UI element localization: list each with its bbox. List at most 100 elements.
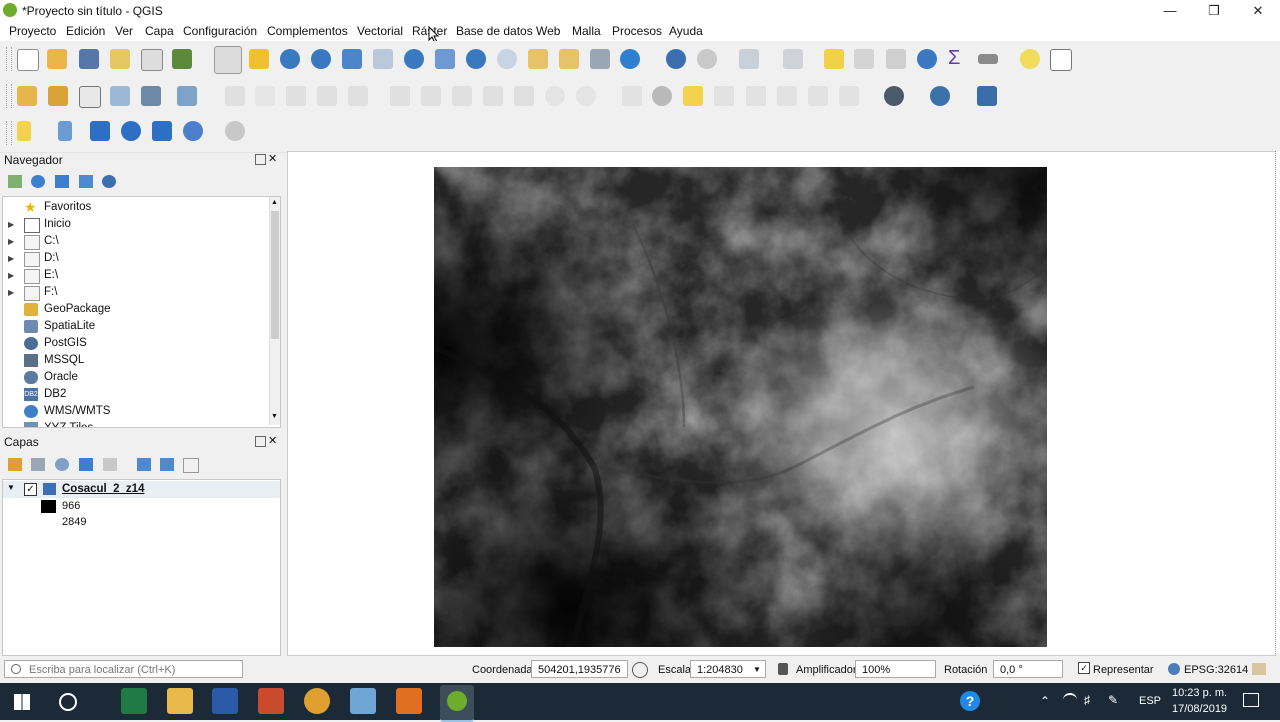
menu-ayuda[interactable]: Ayuda <box>669 24 703 38</box>
deselect-icon[interactable] <box>824 49 844 69</box>
python-console-icon[interactable] <box>930 86 950 106</box>
recorder-app-icon[interactable] <box>396 688 422 714</box>
layer-row[interactable]: ▼ ✓ Cosacul_2_z14 <box>3 481 280 498</box>
digitize-curve-icon[interactable] <box>58 121 72 141</box>
zoom-in-icon[interactable] <box>280 49 300 69</box>
toolbar-grip[interactable] <box>6 84 12 108</box>
collapse-arrow-icon[interactable]: ▼ <box>7 483 15 492</box>
render-checkbox[interactable]: ✓ <box>1078 662 1090 674</box>
excel-app-icon[interactable] <box>121 688 147 714</box>
collapse-all-icon[interactable] <box>160 458 174 471</box>
menu-proyecto[interactable]: Proyecto <box>9 24 56 38</box>
chrome-app-icon[interactable] <box>304 688 330 714</box>
close-button[interactable]: ✕ <box>1238 2 1278 20</box>
layer-labeling-icon[interactable] <box>652 86 672 106</box>
expand-arrow-icon[interactable]: ▶ <box>8 267 14 284</box>
qgis-taskbar-button[interactable] <box>440 685 474 722</box>
move-label-icon[interactable] <box>777 86 797 106</box>
browser-refresh-icon[interactable] <box>31 175 45 188</box>
actions-icon[interactable] <box>697 49 717 69</box>
save-project-icon[interactable] <box>79 49 99 69</box>
map-canvas[interactable] <box>287 151 1276 656</box>
open-layer-styling-icon[interactable] <box>8 458 22 471</box>
zoom-to-layer-icon[interactable] <box>404 49 424 69</box>
measure-icon[interactable] <box>978 54 998 64</box>
help-icon[interactable] <box>977 86 997 106</box>
messages-icon[interactable] <box>1252 663 1266 675</box>
menu-procesos[interactable]: Procesos <box>612 24 662 38</box>
show-hide-labels-icon[interactable] <box>746 86 766 106</box>
digitize-circle-icon[interactable] <box>121 121 141 141</box>
digitize-ellipse-icon[interactable] <box>183 121 203 141</box>
statistics-sigma-icon[interactable]: Σ <box>948 47 960 70</box>
new-virtual-layer-icon[interactable] <box>177 86 197 106</box>
highlight-labels-icon[interactable] <box>683 86 703 106</box>
tray-chevron-up-icon[interactable]: ⌃ <box>1040 694 1050 708</box>
zoom-native-icon[interactable] <box>435 49 455 69</box>
toolbar-grip[interactable] <box>6 121 12 145</box>
notifications-icon[interactable] <box>1243 693 1259 707</box>
menu-web[interactable]: Web <box>536 24 560 38</box>
windows-start-icon[interactable] <box>14 694 30 710</box>
filter-legend-icon[interactable] <box>79 458 93 471</box>
select-features-icon[interactable] <box>739 49 759 69</box>
menu-vectorial[interactable]: Vectorial <box>357 24 403 38</box>
digitize-line-icon[interactable] <box>17 121 31 141</box>
layers-float-icon[interactable] <box>255 436 266 447</box>
expand-arrow-icon[interactable]: ▶ <box>8 233 14 250</box>
pen-icon[interactable]: ✎ <box>1108 693 1118 707</box>
select-by-value-icon[interactable] <box>783 49 803 69</box>
pan-icon[interactable] <box>214 46 242 74</box>
clock-date[interactable]: 17/08/2019 <box>1172 703 1227 715</box>
style-manager-icon[interactable] <box>172 49 192 69</box>
text-annotation-icon[interactable] <box>1050 49 1072 71</box>
scroll-down-arrow-icon[interactable]: ▼ <box>271 413 278 420</box>
photos-app-icon[interactable] <box>350 688 376 714</box>
zoom-out-icon[interactable] <box>311 49 331 69</box>
add-selected-layers-icon[interactable] <box>8 175 22 188</box>
browser-float-icon[interactable] <box>255 154 266 165</box>
menu-complementos[interactable]: Complementos <box>267 24 348 38</box>
help-tray-icon[interactable]: ? <box>960 691 980 711</box>
coordinate-field[interactable]: 504201,1935776 <box>531 660 628 678</box>
layout-manager-icon[interactable] <box>141 49 163 71</box>
filter-by-expression-icon[interactable] <box>103 458 117 471</box>
zoom-full-icon[interactable] <box>342 49 362 69</box>
crs-button[interactable]: EPSG:32614 <box>1184 664 1248 676</box>
pan-to-selection-icon[interactable] <box>249 49 269 69</box>
new-project-icon[interactable] <box>17 49 39 71</box>
new-map-view-icon[interactable] <box>528 49 548 69</box>
scroll-up-arrow-icon[interactable]: ▲ <box>271 199 278 206</box>
digitize-rectangle-icon[interactable] <box>90 121 110 141</box>
add-group-icon[interactable] <box>31 458 45 471</box>
crs-globe-icon[interactable] <box>1168 663 1180 675</box>
layers-close-icon[interactable]: ✕ <box>268 434 277 447</box>
menu-edicion[interactable]: Edición <box>66 24 105 38</box>
powerpoint-app-icon[interactable] <box>258 688 284 714</box>
data-source-manager-icon[interactable] <box>17 86 37 106</box>
change-label-icon[interactable] <box>839 86 859 106</box>
wifi-icon[interactable] <box>1063 693 1077 707</box>
browser-collapse-icon[interactable] <box>79 175 93 188</box>
attribute-table-icon[interactable] <box>854 49 874 69</box>
remove-layer-icon[interactable] <box>183 458 199 473</box>
cortana-icon[interactable] <box>59 693 77 711</box>
print-layout-icon[interactable] <box>110 49 130 69</box>
rotation-spinbox[interactable]: 0,0 ° <box>993 660 1063 678</box>
language-indicator[interactable]: ESP <box>1139 695 1161 707</box>
menu-configuracion[interactable]: Configuración <box>183 24 257 38</box>
minimize-button[interactable]: — <box>1150 2 1190 20</box>
bookmark-icon[interactable] <box>590 49 610 69</box>
expand-arrow-icon[interactable]: ▶ <box>8 284 14 301</box>
map-tips-icon[interactable] <box>1020 49 1040 69</box>
new-3d-map-icon[interactable] <box>559 49 579 69</box>
identify-icon[interactable] <box>666 49 686 69</box>
menu-ver[interactable]: Ver <box>115 24 133 38</box>
processing-toolbox-icon[interactable] <box>917 49 937 69</box>
expand-all-icon[interactable] <box>137 458 151 471</box>
browser-filter-icon[interactable] <box>55 175 69 188</box>
volume-icon[interactable]: ♯ <box>1084 693 1090 707</box>
word-app-icon[interactable] <box>212 688 238 714</box>
layer-visibility-checkbox[interactable]: ✓ <box>24 483 37 496</box>
lock-icon[interactable] <box>778 663 788 675</box>
